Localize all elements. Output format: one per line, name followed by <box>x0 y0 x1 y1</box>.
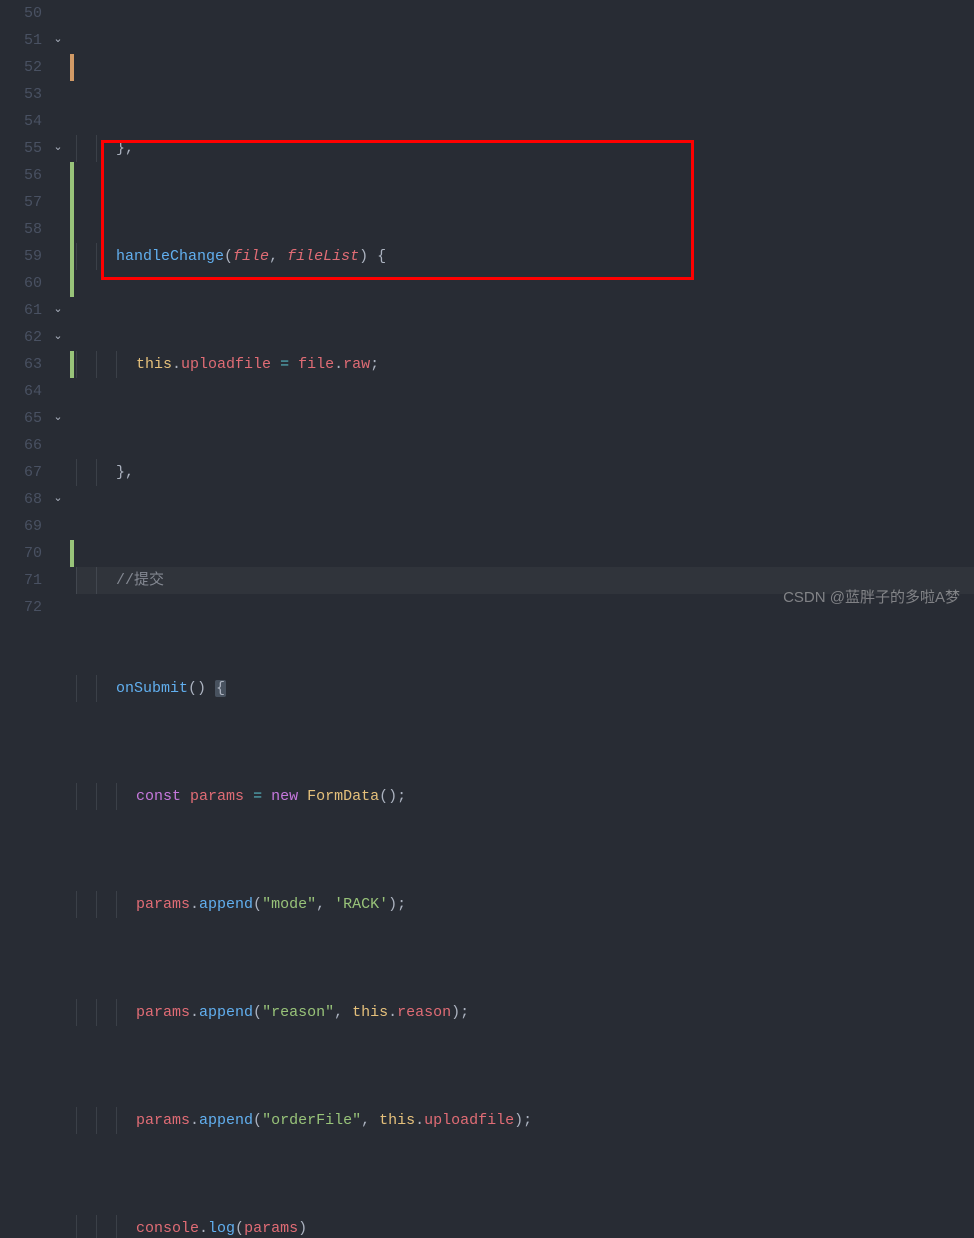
code-content[interactable]: }, handleChange(file, fileList) { this.u… <box>76 0 974 619</box>
diff-bar-column <box>68 0 76 619</box>
fold-column: ⌄ ⌄ ⌄ ⌄ ⌄ ⌄ <box>48 0 68 619</box>
line-number: 62 <box>0 324 44 351</box>
line-number: 61 <box>0 297 44 324</box>
line-number: 51 <box>0 27 44 54</box>
code-line: handleChange(file, fileList) { <box>76 243 974 270</box>
line-number-gutter: 50 51 52 53 54 55 56 57 58 59 60 61 62 6… <box>0 0 48 619</box>
line-number: 64 <box>0 378 44 405</box>
line-number: 52 <box>0 54 44 81</box>
line-number: 70 <box>0 540 44 567</box>
line-number: 57 <box>0 189 44 216</box>
code-line: }, <box>76 459 974 486</box>
diff-modified-icon <box>70 54 74 81</box>
chevron-down-icon[interactable]: ⌄ <box>53 135 62 162</box>
chevron-down-icon[interactable]: ⌄ <box>53 324 62 351</box>
diff-added-icon <box>70 243 74 270</box>
code-line: const params = new FormData(); <box>76 783 974 810</box>
line-number: 65 <box>0 405 44 432</box>
line-number: 53 <box>0 81 44 108</box>
chevron-down-icon[interactable]: ⌄ <box>53 486 62 513</box>
chevron-down-icon[interactable]: ⌄ <box>53 297 62 324</box>
diff-added-icon <box>70 351 74 378</box>
line-number: 55 <box>0 135 44 162</box>
code-editor[interactable]: 50 51 52 53 54 55 56 57 58 59 60 61 62 6… <box>0 0 974 619</box>
line-number: 50 <box>0 0 44 27</box>
line-number: 69 <box>0 513 44 540</box>
line-number: 54 <box>0 108 44 135</box>
line-number: 60 <box>0 270 44 297</box>
code-line: }, <box>76 135 974 162</box>
code-line: onSubmit() { <box>76 675 974 702</box>
chevron-down-icon[interactable]: ⌄ <box>53 27 62 54</box>
line-number: 72 <box>0 594 44 621</box>
line-number: 71 <box>0 567 44 594</box>
line-number: 58 <box>0 216 44 243</box>
chevron-down-icon[interactable]: ⌄ <box>53 405 62 432</box>
code-line: params.append("mode", 'RACK'); <box>76 891 974 918</box>
line-number: 67 <box>0 459 44 486</box>
code-line: params.append("reason", this.reason); <box>76 999 974 1026</box>
line-number: 56 <box>0 162 44 189</box>
code-line: this.uploadfile = file.raw; <box>76 351 974 378</box>
watermark-text: CSDN @蓝胖子的多啦A梦 <box>783 584 960 611</box>
line-number: 59 <box>0 243 44 270</box>
diff-added-icon <box>70 216 74 243</box>
diff-added-icon <box>70 270 74 297</box>
diff-added-icon <box>70 540 74 567</box>
diff-added-icon <box>70 162 74 189</box>
diff-added-icon <box>70 189 74 216</box>
code-line: console.log(params) <box>76 1215 974 1238</box>
code-line: params.append("orderFile", this.uploadfi… <box>76 1107 974 1134</box>
line-number: 66 <box>0 432 44 459</box>
line-number: 63 <box>0 351 44 378</box>
line-number: 68 <box>0 486 44 513</box>
